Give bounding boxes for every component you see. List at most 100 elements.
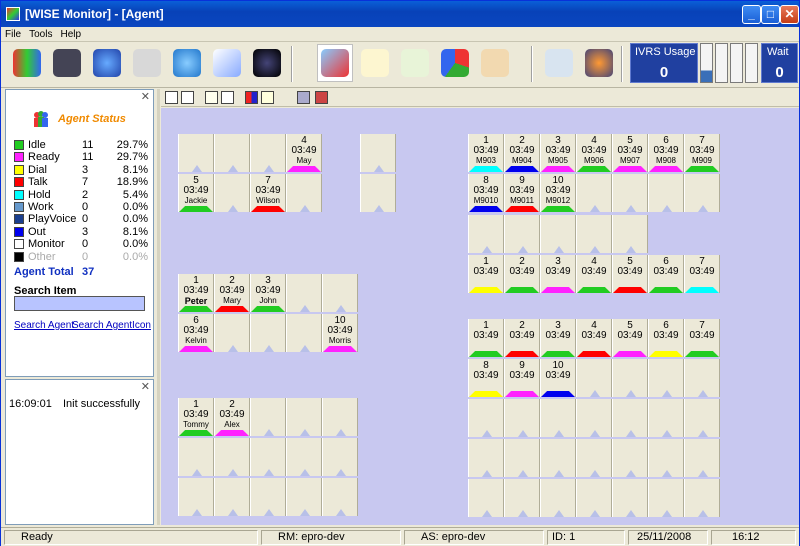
lock-icon[interactable]: [261, 91, 274, 104]
empty-agent-slot[interactable]: [286, 398, 322, 436]
empty-agent-slot[interactable]: [684, 439, 720, 477]
agent-cell[interactable]: 2 03:49: [504, 319, 540, 357]
empty-agent-slot[interactable]: [178, 134, 214, 172]
agent-cell[interactable]: 4 03:49: [576, 255, 612, 293]
agent-cell[interactable]: 2 03:49 M904: [504, 134, 540, 172]
empty-agent-slot[interactable]: [576, 174, 612, 212]
empty-agent-slot[interactable]: [250, 134, 286, 172]
empty-agent-slot[interactable]: [576, 399, 612, 437]
empty-agent-slot[interactable]: [540, 479, 576, 517]
empty-agent-slot[interactable]: [286, 174, 322, 212]
empty-agent-slot[interactable]: [504, 399, 540, 437]
empty-agent-slot[interactable]: [684, 479, 720, 517]
empty-agent-slot[interactable]: [214, 438, 250, 476]
empty-agent-slot[interactable]: [540, 439, 576, 477]
agent-cell[interactable]: 5 03:49 Jackie: [178, 174, 214, 212]
empty-agent-slot[interactable]: [612, 399, 648, 437]
agent-cell[interactable]: 7 03:49: [684, 319, 720, 357]
agent-cell[interactable]: 7 03:49: [684, 255, 720, 293]
agent-cell[interactable]: 2 03:49 Mary: [214, 274, 250, 312]
close-icon[interactable]: ✕: [141, 380, 150, 393]
agent-cell[interactable]: 6 03:49 M908: [648, 134, 684, 172]
agent-cell[interactable]: 6 03:49 Kelvin: [178, 314, 214, 352]
pen-icon-button[interactable]: [209, 44, 245, 82]
agent-monitor-icon-button[interactable]: [317, 44, 353, 82]
splitter[interactable]: [157, 89, 160, 525]
empty-agent-slot[interactable]: [540, 399, 576, 437]
empty-agent-slot[interactable]: [684, 174, 720, 212]
pie-chart-icon-button[interactable]: [437, 44, 473, 82]
empty-agent-slot[interactable]: [250, 438, 286, 476]
agent-cell[interactable]: 2 03:49: [504, 255, 540, 293]
empty-agent-slot[interactable]: [648, 174, 684, 212]
empty-agent-slot[interactable]: [468, 439, 504, 477]
empty-agent-slot[interactable]: [468, 399, 504, 437]
empty-agent-slot[interactable]: [648, 439, 684, 477]
agent-cell[interactable]: 2 03:49 Alex: [214, 398, 250, 436]
search-input[interactable]: [14, 296, 145, 311]
email-forward-icon-button[interactable]: [397, 44, 433, 82]
menu-file[interactable]: File: [1, 27, 25, 42]
empty-agent-slot[interactable]: [612, 359, 648, 397]
empty-agent-slot[interactable]: [504, 479, 540, 517]
agent-cell[interactable]: 3 03:49: [540, 255, 576, 293]
empty-agent-slot[interactable]: [286, 274, 322, 312]
close-icon[interactable]: ✕: [141, 90, 150, 103]
empty-agent-slot[interactable]: [612, 479, 648, 517]
title-bar[interactable]: [WISE Monitor] - [Agent] _ □ ✕: [1, 1, 799, 27]
empty-agent-slot[interactable]: [648, 479, 684, 517]
empty-agent-slot[interactable]: [286, 478, 322, 516]
empty-agent-slot[interactable]: [250, 478, 286, 516]
printer-icon-button[interactable]: [129, 44, 165, 82]
search-agent-icon-link[interactable]: Search AgentIcon: [72, 320, 151, 331]
empty-agent-slot[interactable]: [250, 314, 286, 352]
empty-agent-slot[interactable]: [250, 398, 286, 436]
empty-agent-slot[interactable]: [648, 399, 684, 437]
agent-cell[interactable]: 9 03:49: [504, 359, 540, 397]
grid-view-icon[interactable]: [165, 91, 178, 104]
agent-cell[interactable]: 3 03:49 John: [250, 274, 286, 312]
empty-agent-slot[interactable]: [322, 438, 358, 476]
envelope-icon-button[interactable]: [357, 44, 393, 82]
agent-cell[interactable]: 7 03:49 M909: [684, 134, 720, 172]
empty-agent-slot[interactable]: [576, 479, 612, 517]
empty-agent-slot[interactable]: [468, 479, 504, 517]
agent-cell[interactable]: 5 03:49 M907: [612, 134, 648, 172]
handset-icon-button[interactable]: [477, 44, 513, 82]
empty-agent-slot[interactable]: [612, 439, 648, 477]
empty-agent-slot[interactable]: [360, 134, 396, 172]
agent-cell[interactable]: 7 03:49 Wilson: [250, 174, 286, 212]
empty-agent-slot[interactable]: [286, 314, 322, 352]
agents-icon-button[interactable]: [9, 44, 45, 82]
device-icon-button[interactable]: [541, 44, 577, 82]
agent-cell[interactable]: 1 03:49 Peter: [178, 274, 214, 312]
monitor-icon[interactable]: [297, 91, 310, 104]
menu-tools[interactable]: Tools: [25, 27, 56, 42]
empty-agent-slot[interactable]: [322, 274, 358, 312]
phone-icon-button[interactable]: [169, 44, 205, 82]
agent-cell[interactable]: 8 03:49 M9010: [468, 174, 504, 212]
agent-cell[interactable]: 5 03:49: [612, 255, 648, 293]
list-view-icon[interactable]: [181, 91, 194, 104]
close-button[interactable]: ✕: [780, 5, 799, 24]
globe-icon-button[interactable]: [249, 44, 285, 82]
empty-agent-slot[interactable]: [178, 478, 214, 516]
export-icon[interactable]: [315, 91, 328, 104]
agent-cell[interactable]: 3 03:49: [540, 319, 576, 357]
empty-agent-slot[interactable]: [322, 478, 358, 516]
agent-cell[interactable]: 10 03:49: [540, 359, 576, 397]
agent-cell[interactable]: 8 03:49: [468, 359, 504, 397]
edit-icon[interactable]: [205, 91, 218, 104]
empty-agent-slot[interactable]: [322, 398, 358, 436]
agent-cell[interactable]: 5 03:49: [612, 319, 648, 357]
empty-agent-slot[interactable]: [540, 215, 576, 253]
menu-help[interactable]: Help: [56, 27, 85, 42]
table-icon[interactable]: [221, 91, 234, 104]
empty-agent-slot[interactable]: [612, 174, 648, 212]
empty-agent-slot[interactable]: [214, 478, 250, 516]
empty-agent-slot[interactable]: [576, 439, 612, 477]
agent-cell[interactable]: 10 03:49 M9012: [540, 174, 576, 212]
map-pin-icon-button[interactable]: [89, 44, 125, 82]
empty-agent-slot[interactable]: [214, 174, 250, 212]
agent-cell[interactable]: 6 03:49: [648, 319, 684, 357]
